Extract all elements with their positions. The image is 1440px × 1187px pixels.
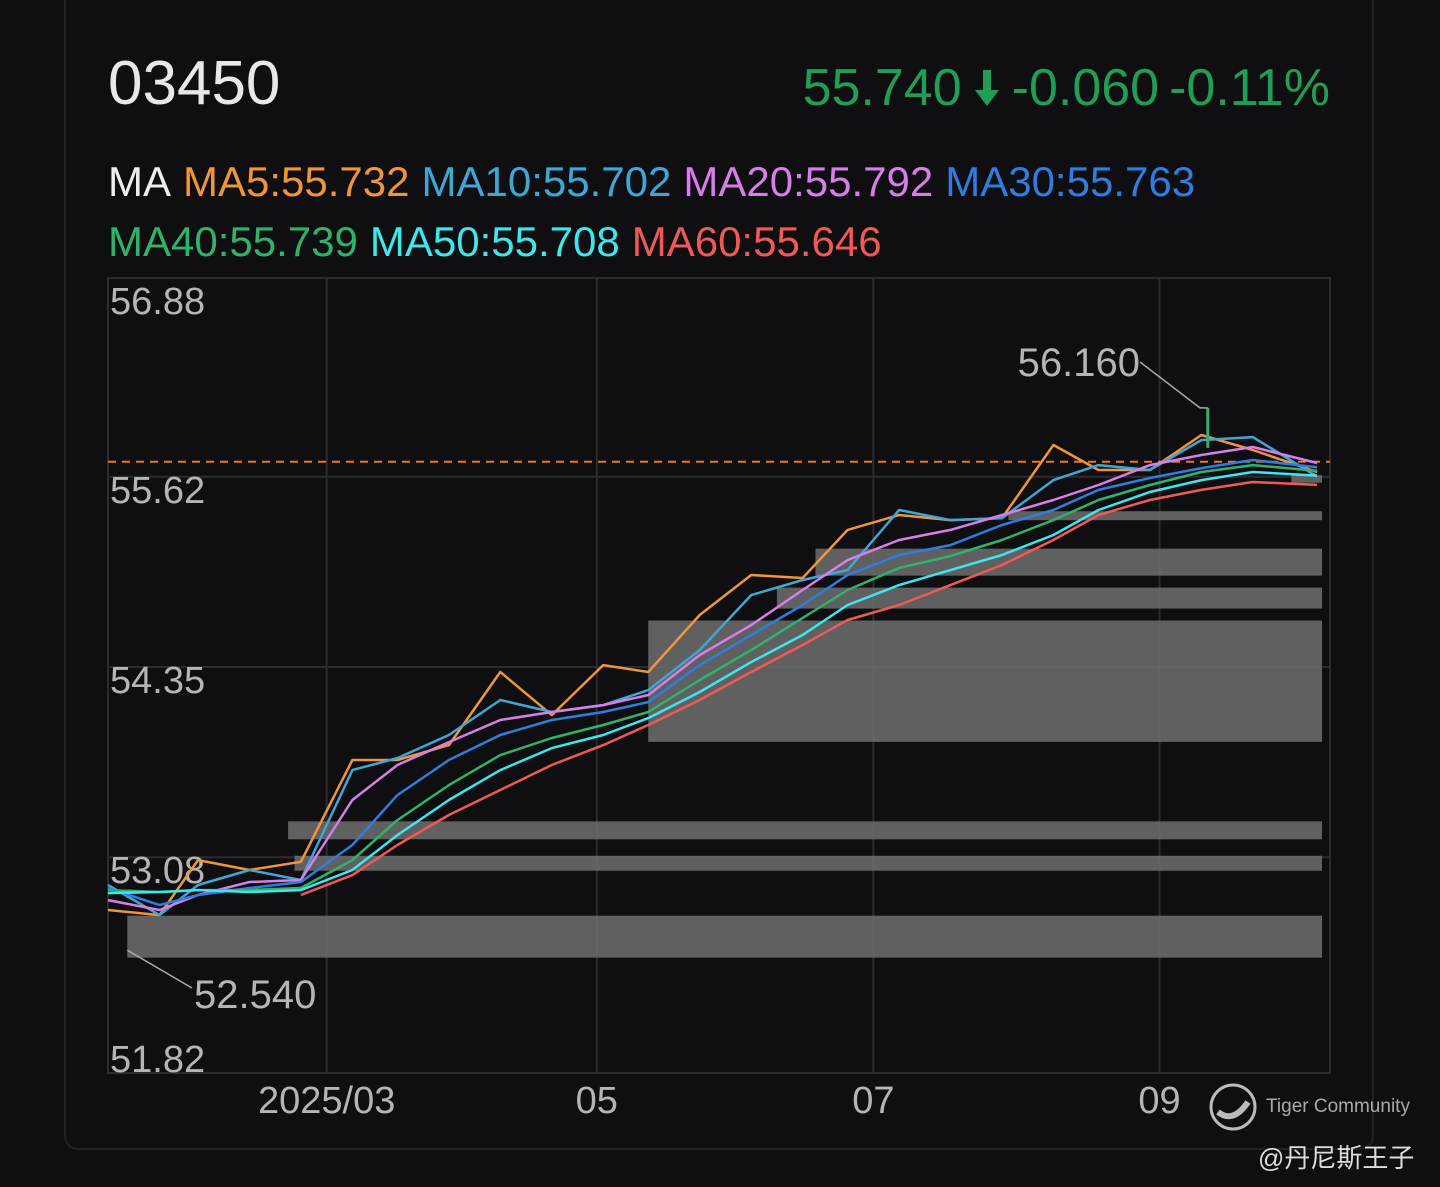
x-tick-label: 07 bbox=[852, 1080, 894, 1122]
y-tick-label: 54.35 bbox=[110, 660, 205, 702]
price-chart[interactable]: 56.8855.6254.3553.0851.822025/03 05 07 0956… bbox=[0, 0, 1440, 1187]
watermark-brand: Tiger Community bbox=[1208, 1082, 1410, 1132]
price-zone-bar bbox=[288, 821, 1322, 840]
tiger-logo-icon bbox=[1209, 1083, 1257, 1131]
price-zone-bar bbox=[1291, 475, 1322, 483]
low-label: 52.540 bbox=[194, 973, 316, 1017]
watermark-user: @丹尼斯王子 bbox=[1258, 1143, 1415, 1173]
price-zone-bar bbox=[776, 587, 1322, 609]
x-tick-label: 09 bbox=[1138, 1080, 1180, 1122]
y-tick-label: 56.88 bbox=[110, 281, 205, 323]
price-zone-bar bbox=[648, 620, 1322, 742]
y-tick-label: 55.62 bbox=[110, 470, 205, 512]
x-tick-label: 2025/03 bbox=[258, 1080, 395, 1122]
price-zone-bar bbox=[127, 915, 1323, 958]
brand-text: Tiger Community bbox=[1266, 1096, 1410, 1117]
high-leader-line bbox=[1139, 361, 1208, 409]
high-label: 56.160 bbox=[1018, 341, 1140, 385]
price-zone-bar bbox=[294, 855, 1323, 871]
y-tick-label: 51.82 bbox=[110, 1039, 205, 1081]
x-tick-label: 05 bbox=[576, 1080, 618, 1122]
